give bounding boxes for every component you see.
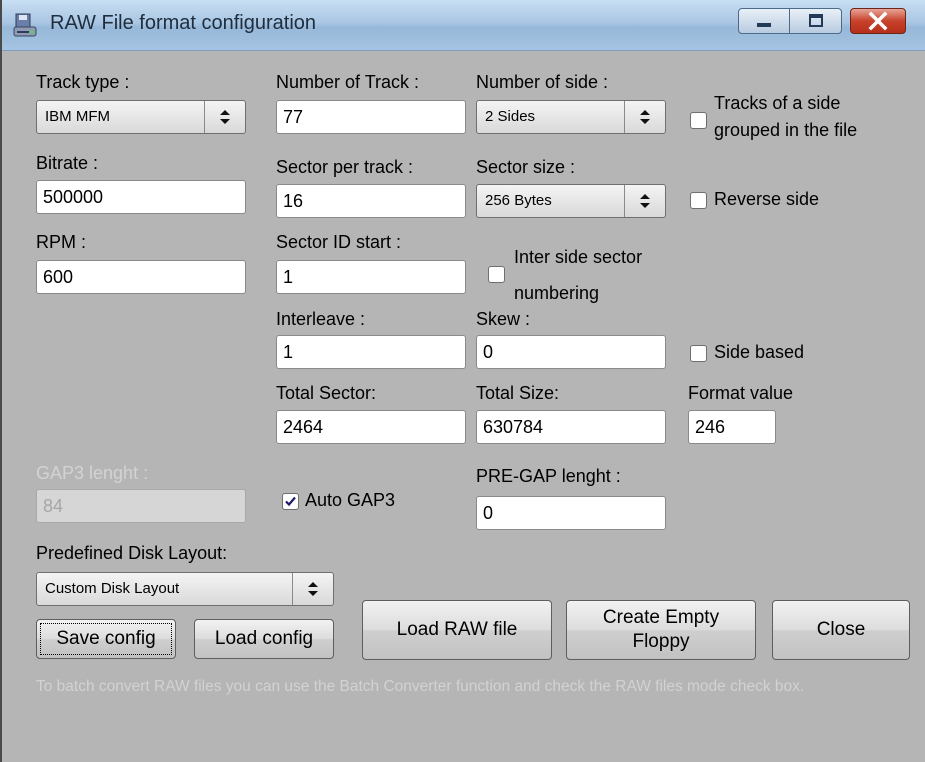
sector-per-track-label: Sector per track : <box>276 157 414 177</box>
gap3-length-input: 84 <box>36 489 246 523</box>
pregap-length-input[interactable]: 0 <box>476 496 666 530</box>
total-size-label: Total Size: <box>476 383 560 403</box>
format-value-label: Format value <box>688 383 794 403</box>
total-sector-input[interactable]: 2464 <box>276 410 466 444</box>
floppy-drive-icon <box>12 12 38 38</box>
format-value-input[interactable]: 246 <box>688 410 776 444</box>
close-button[interactable]: Close <box>772 600 910 660</box>
raw-config-window: RAW File format configuration Track type… <box>0 0 925 762</box>
total-size-input[interactable]: 630784 <box>476 410 666 444</box>
tracks-grouped-label-line2: grouped in the file <box>714 120 858 140</box>
track-type-select[interactable]: IBM MFM <box>36 100 246 134</box>
number-of-side-value: 2 Sides <box>485 108 536 125</box>
create-empty-label-line2: Floppy <box>632 631 690 652</box>
tracks-grouped-checkbox[interactable] <box>690 112 707 129</box>
title-bar[interactable]: RAW File format configuration <box>2 0 925 51</box>
track-type-label: Track type : <box>36 72 130 92</box>
updown-arrow-icon <box>624 185 665 217</box>
number-of-track-label: Number of Track : <box>276 72 420 92</box>
close-icon <box>851 9 905 33</box>
skew-input[interactable]: 0 <box>476 335 666 369</box>
reverse-side-label: Reverse side <box>714 189 820 209</box>
close-window-button[interactable] <box>850 8 906 34</box>
reverse-side-checkbox[interactable] <box>690 192 707 209</box>
sector-size-value: 256 Bytes <box>485 192 552 209</box>
side-based-label: Side based <box>714 342 805 362</box>
track-type-value: IBM MFM <box>45 108 110 125</box>
create-empty-label-line1: Create Empty <box>602 607 720 628</box>
predefined-layout-select[interactable]: Custom Disk Layout <box>36 572 334 606</box>
minimize-button[interactable] <box>738 8 790 34</box>
gap3-length-label: GAP3 lenght : <box>36 463 149 483</box>
auto-gap3-checkbox[interactable] <box>282 493 299 510</box>
number-of-side-select[interactable]: 2 Sides <box>476 100 666 134</box>
bitrate-input[interactable]: 500000 <box>36 180 246 214</box>
focus-rect <box>40 623 172 655</box>
sector-id-start-label: Sector ID start : <box>276 232 402 252</box>
maximize-button[interactable] <box>790 8 842 34</box>
bitrate-label: Bitrate : <box>36 153 99 173</box>
rpm-label: RPM : <box>36 232 87 252</box>
inter-side-numbering-label-line1: Inter side sector <box>514 247 643 267</box>
sector-size-label: Sector size : <box>476 157 576 177</box>
predefined-layout-value: Custom Disk Layout <box>45 580 180 597</box>
rpm-input[interactable]: 600 <box>36 260 246 294</box>
number-of-side-label: Number of side : <box>476 72 609 92</box>
batch-hint-text: To batch convert RAW files you can use t… <box>36 678 805 695</box>
skew-label: Skew : <box>476 309 531 329</box>
load-config-label: Load config <box>214 628 314 649</box>
save-config-button[interactable]: Save config <box>36 619 176 659</box>
total-sector-label: Total Sector: <box>276 383 377 403</box>
auto-gap3-label: Auto GAP3 <box>305 490 396 510</box>
sector-size-select[interactable]: 256 Bytes <box>476 184 666 218</box>
checkmark-icon <box>285 496 296 507</box>
pregap-length-label: PRE-GAP lenght : <box>476 466 621 486</box>
maximize-icon <box>790 9 841 33</box>
sector-per-track-input[interactable]: 16 <box>276 184 466 218</box>
number-of-track-input[interactable]: 77 <box>276 100 466 134</box>
updown-arrow-icon <box>624 101 665 133</box>
create-empty-floppy-button[interactable]: Create Empty Floppy <box>566 600 756 660</box>
window-title: RAW File format configuration <box>50 12 317 34</box>
inter-side-numbering-checkbox[interactable] <box>488 266 505 283</box>
load-raw-file-label: Load RAW file <box>396 619 518 640</box>
interleave-label: Interleave : <box>276 309 366 329</box>
inter-side-numbering-label-line2: numbering <box>514 283 600 303</box>
interleave-input[interactable]: 1 <box>276 335 466 369</box>
updown-arrow-icon <box>204 101 245 133</box>
updown-arrow-icon <box>292 573 333 605</box>
load-config-button[interactable]: Load config <box>194 619 334 659</box>
minimize-icon <box>739 9 789 33</box>
sector-id-start-input[interactable]: 1 <box>276 260 466 294</box>
tracks-grouped-label-line1: Tracks of a side <box>714 93 841 113</box>
side-based-checkbox[interactable] <box>690 345 707 362</box>
load-raw-file-button[interactable]: Load RAW file <box>362 600 552 660</box>
close-label: Close <box>816 619 866 640</box>
predefined-layout-label: Predefined Disk Layout: <box>36 543 228 563</box>
